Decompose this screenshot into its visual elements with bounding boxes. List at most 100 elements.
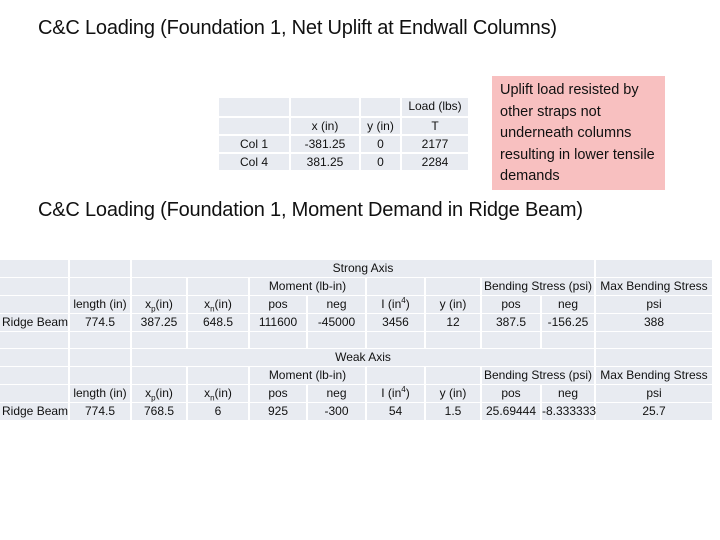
uplift-y-value: 0 <box>361 136 400 152</box>
ridge-i-header: I (in4) <box>367 296 424 313</box>
ridge-blank-cell <box>596 349 712 366</box>
ridge-blank-cell <box>132 278 186 295</box>
ridge-spacer-cell <box>426 332 480 348</box>
ridge-moment-pos-header: pos <box>250 296 306 313</box>
ridge-max-stress-header: Max Bending Stress <box>596 367 712 384</box>
xp-unit: (in) <box>155 386 173 400</box>
ridge-row-label: Ridge Beam <box>0 314 69 331</box>
uplift-blank-cell <box>361 98 400 116</box>
ridge-blank-cell <box>70 260 130 277</box>
uplift-x-value: 381.25 <box>291 154 359 170</box>
ridge-spacer-cell <box>367 332 424 348</box>
ridge-i-header: I (in4) <box>367 385 424 402</box>
uplift-row-label: Col 1 <box>219 136 289 152</box>
ridge-max-stress-value: 388 <box>596 314 712 331</box>
ridge-max-stress-value: 25.7 <box>596 403 712 420</box>
ridge-xp-value: 387.25 <box>132 314 186 331</box>
ridge-moment-neg-value: -300 <box>308 403 365 420</box>
i-close: ) <box>405 386 410 400</box>
ridge-stress-neg-header: neg <box>542 296 594 313</box>
ridge-max-unit-header: psi <box>596 385 712 402</box>
ridge-blank-cell <box>367 278 424 295</box>
uplift-row-label: Col 4 <box>219 154 289 170</box>
uplift-t-header: T <box>402 118 468 134</box>
ridge-xn-header: xn(in) <box>188 385 248 402</box>
ridge-blank-cell <box>596 260 712 277</box>
ridge-axis-title: Strong Axis <box>132 260 594 277</box>
i-base: I (in <box>381 386 402 400</box>
i-close: ) <box>405 297 410 311</box>
ridge-spacer-cell <box>482 332 540 348</box>
ridge-row-label: Ridge Beam <box>0 403 69 420</box>
ridge-blank-cell <box>0 385 68 402</box>
ridge-spacer-cell <box>308 332 365 348</box>
ridge-moment-header: Moment (lb-in) <box>250 278 365 295</box>
ridge-stress-pos-value: 387.5 <box>482 314 540 331</box>
ridge-i-value: 54 <box>367 403 424 420</box>
ridge-moment-pos-value: 111600 <box>250 314 306 331</box>
ridge-blank-cell <box>367 367 424 384</box>
ridge-max-unit-header: psi <box>596 296 712 313</box>
ridge-blank-cell <box>0 260 68 277</box>
ridge-spacer-cell <box>70 332 130 348</box>
ridge-i-value: 3456 <box>367 314 424 331</box>
uplift-x-value: -381.25 <box>291 136 359 152</box>
ridge-stress-neg-value: -8.333333 <box>542 403 597 420</box>
ridge-moment-neg-value: -45000 <box>308 314 365 331</box>
ridge-blank-cell <box>70 367 130 384</box>
ridge-spacer-cell <box>250 332 306 348</box>
ridge-blank-cell <box>70 278 130 295</box>
slide-title-moment: C&C Loading (Foundation 1, Moment Demand… <box>38 199 583 221</box>
ridge-spacer-cell <box>596 332 712 348</box>
uplift-t-value: 2284 <box>402 154 468 170</box>
ridge-length-header: length (in) <box>70 296 130 313</box>
slide-title-uplift: C&C Loading (Foundation 1, Net Uplift at… <box>38 17 557 39</box>
ridge-spacer-cell <box>0 332 68 348</box>
ridge-spacer-cell <box>542 332 594 348</box>
xp-unit: (in) <box>155 297 173 311</box>
ridge-stress-pos-header: pos <box>482 385 540 402</box>
ridge-blank-cell <box>0 278 68 295</box>
uplift-y-value: 0 <box>361 154 400 170</box>
xn-unit: (in) <box>214 386 232 400</box>
ridge-stress-pos-value: 25.69444 <box>482 403 540 420</box>
uplift-y-header: y (in) <box>361 118 400 134</box>
ridge-length-value: 774.5 <box>70 403 130 420</box>
ridge-y-header: y (in) <box>426 296 480 313</box>
ridge-blank-cell <box>188 367 248 384</box>
ridge-blank-cell <box>0 349 68 366</box>
ridge-y-value: 12 <box>426 314 480 331</box>
uplift-blank-cell <box>291 98 359 116</box>
ridge-stress-header: Bending Stress (psi) <box>482 367 594 384</box>
ridge-moment-neg-header: neg <box>308 296 365 313</box>
ridge-y-header: y (in) <box>426 385 480 402</box>
uplift-note-callout: Uplift load resisted by other straps not… <box>492 76 665 190</box>
ridge-blank-cell <box>0 367 68 384</box>
ridge-xp-header: xp(in) <box>132 296 186 313</box>
uplift-load-header: Load (lbs) <box>402 98 468 116</box>
ridge-stress-neg-value: -156.25 <box>542 314 594 331</box>
uplift-blank-cell <box>219 98 289 116</box>
ridge-moment-pos-value: 925 <box>250 403 306 420</box>
ridge-length-value: 774.5 <box>70 314 130 331</box>
ridge-xn-value: 648.5 <box>188 314 248 331</box>
ridge-xn-value: 6 <box>188 403 248 420</box>
uplift-x-header: x (in) <box>291 118 359 134</box>
ridge-moment-neg-header: neg <box>308 385 365 402</box>
ridge-axis-title: Weak Axis <box>132 349 594 366</box>
ridge-blank-cell <box>426 278 480 295</box>
ridge-stress-neg-header: neg <box>542 385 594 402</box>
i-base: I (in <box>381 297 402 311</box>
ridge-length-header: length (in) <box>70 385 130 402</box>
ridge-blank-cell <box>426 367 480 384</box>
ridge-max-stress-header: Max Bending Stress <box>596 278 712 295</box>
ridge-spacer-cell <box>132 332 186 348</box>
ridge-y-value: 1.5 <box>426 403 480 420</box>
ridge-xp-value: 768.5 <box>132 403 186 420</box>
ridge-blank-cell <box>70 349 130 366</box>
ridge-xn-header: xn(in) <box>188 296 248 313</box>
ridge-blank-cell <box>188 278 248 295</box>
uplift-blank-cell <box>219 118 289 134</box>
ridge-xp-header: xp(in) <box>132 385 186 402</box>
ridge-moment-header: Moment (lb-in) <box>250 367 365 384</box>
